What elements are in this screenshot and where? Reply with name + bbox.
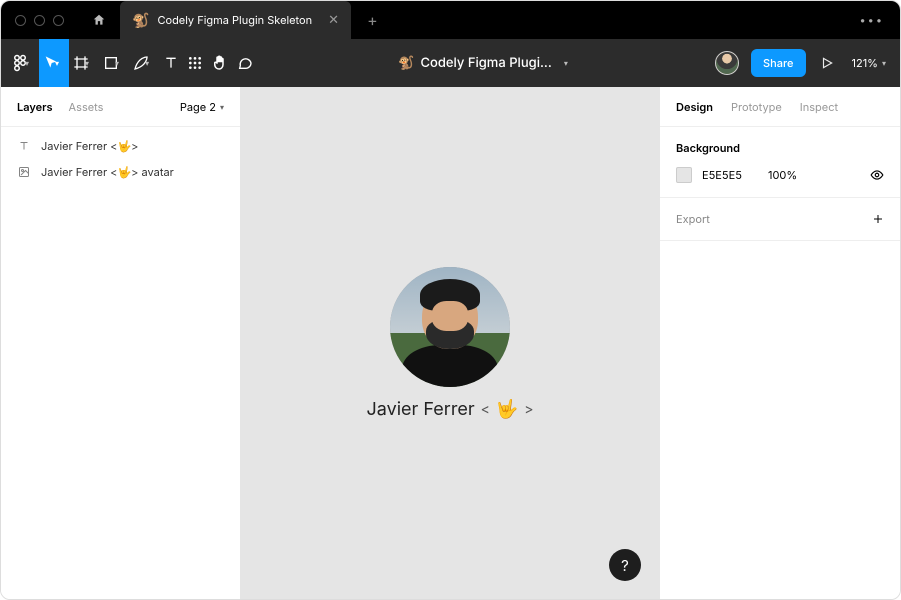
document-title[interactable]: 🐒 Codely Figma Plugi... ▾ [257, 55, 715, 71]
layer-label: Javier Ferrer <🤟> [41, 139, 138, 153]
shape-tool[interactable]: ▾ [99, 39, 129, 87]
page-selector[interactable]: Page 2 ▾ [180, 100, 224, 114]
minimize-window-icon[interactable] [34, 15, 45, 26]
eye-icon [870, 168, 884, 182]
help-button[interactable]: ? [609, 549, 641, 581]
chevron-down-icon: ▾ [882, 58, 886, 68]
export-section: Export [660, 198, 900, 241]
hand-tool[interactable] [207, 39, 233, 87]
prototype-tab[interactable]: Prototype [731, 100, 782, 114]
resources-tool[interactable] [183, 39, 207, 87]
file-tab[interactable]: 🐒 Codely Figma Plugin Skeleton ✕ [120, 1, 351, 39]
assets-tab[interactable]: Assets [69, 100, 104, 114]
more-menu-button[interactable]: ••• [843, 13, 900, 27]
tab-close-icon[interactable]: ✕ [328, 12, 339, 28]
layer-item[interactable]: Javier Ferrer <🤟> [1, 133, 240, 159]
layer-item[interactable]: Javier Ferrer <🤟> avatar [1, 159, 240, 185]
text-layer-icon [17, 139, 31, 153]
chevron-down-icon: ▾ [220, 102, 224, 112]
caption-name: Javier Ferrer [366, 399, 474, 420]
layers-tab[interactable]: Layers [17, 100, 53, 114]
chevron-down-icon: ▾ [564, 58, 568, 68]
pen-tool[interactable]: ▾ [129, 39, 159, 87]
tab-title: Codely Figma Plugin Skeleton [157, 13, 312, 27]
toolbar: ▾ ▾ ▾ ▾ ▾ 🐒 Code [1, 39, 900, 87]
doc-favicon: 🐒 [398, 55, 414, 71]
chevron-down-icon: ▾ [145, 58, 149, 68]
chevron-down-icon: ▾ [55, 58, 59, 68]
resources-icon [187, 55, 203, 71]
home-icon [92, 13, 106, 27]
background-section: Background E5E5E5 100% [660, 127, 900, 198]
comment-tool[interactable] [233, 39, 257, 87]
color-opacity[interactable]: 100% [768, 168, 808, 182]
close-window-icon[interactable] [15, 15, 26, 26]
user-avatar[interactable] [715, 51, 739, 75]
move-tool[interactable]: ▾ [39, 39, 69, 87]
share-button[interactable]: Share [751, 49, 805, 77]
visibility-toggle[interactable] [870, 168, 884, 182]
section-title: Export [676, 212, 710, 226]
image-layer-icon [17, 165, 31, 179]
right-panel: Design Prototype Inspect Background E5E5… [659, 87, 900, 599]
doc-title-text: Codely Figma Plugi... [420, 55, 551, 71]
present-button[interactable] [820, 56, 834, 70]
text-icon [163, 55, 179, 71]
chevron-down-icon: ▾ [85, 58, 89, 68]
plus-icon [872, 213, 884, 225]
design-tab[interactable]: Design [676, 100, 713, 114]
avatar-image[interactable] [390, 267, 510, 387]
inspect-tab[interactable]: Inspect [800, 100, 838, 114]
page-label: Page 2 [180, 100, 216, 114]
maximize-window-icon[interactable] [53, 15, 64, 26]
add-export-button[interactable] [872, 213, 884, 225]
frame-tool[interactable]: ▾ [69, 39, 99, 87]
chevron-down-icon: ▾ [25, 58, 29, 68]
color-hex[interactable]: E5E5E5 [702, 168, 758, 182]
window-titlebar: 🐒 Codely Figma Plugin Skeleton ✕ + ••• [1, 1, 900, 39]
text-tool[interactable] [159, 39, 183, 87]
color-swatch[interactable] [676, 167, 692, 183]
canvas[interactable]: Javier Ferrer < 🤟 > ? [241, 87, 659, 599]
main-menu-button[interactable]: ▾ [1, 39, 39, 87]
zoom-dropdown[interactable]: 121% ▾ [852, 56, 886, 70]
tab-favicon: 🐒 [132, 12, 149, 29]
left-panel: Layers Assets Page 2 ▾ Javier Ferrer <🤟> [1, 87, 241, 599]
canvas-content: Javier Ferrer < 🤟 > [366, 267, 533, 420]
zoom-value: 121% [852, 56, 878, 70]
layer-label: Javier Ferrer <🤟> avatar [41, 165, 174, 179]
window-controls[interactable] [1, 15, 78, 26]
home-button[interactable] [78, 13, 120, 27]
canvas-text[interactable]: Javier Ferrer < 🤟 > [366, 399, 533, 420]
new-tab-button[interactable]: + [351, 10, 394, 30]
section-title: Background [676, 141, 884, 155]
hand-icon [211, 54, 229, 72]
chevron-down-icon: ▾ [115, 58, 119, 68]
comment-icon [237, 55, 253, 71]
play-icon [820, 56, 834, 70]
